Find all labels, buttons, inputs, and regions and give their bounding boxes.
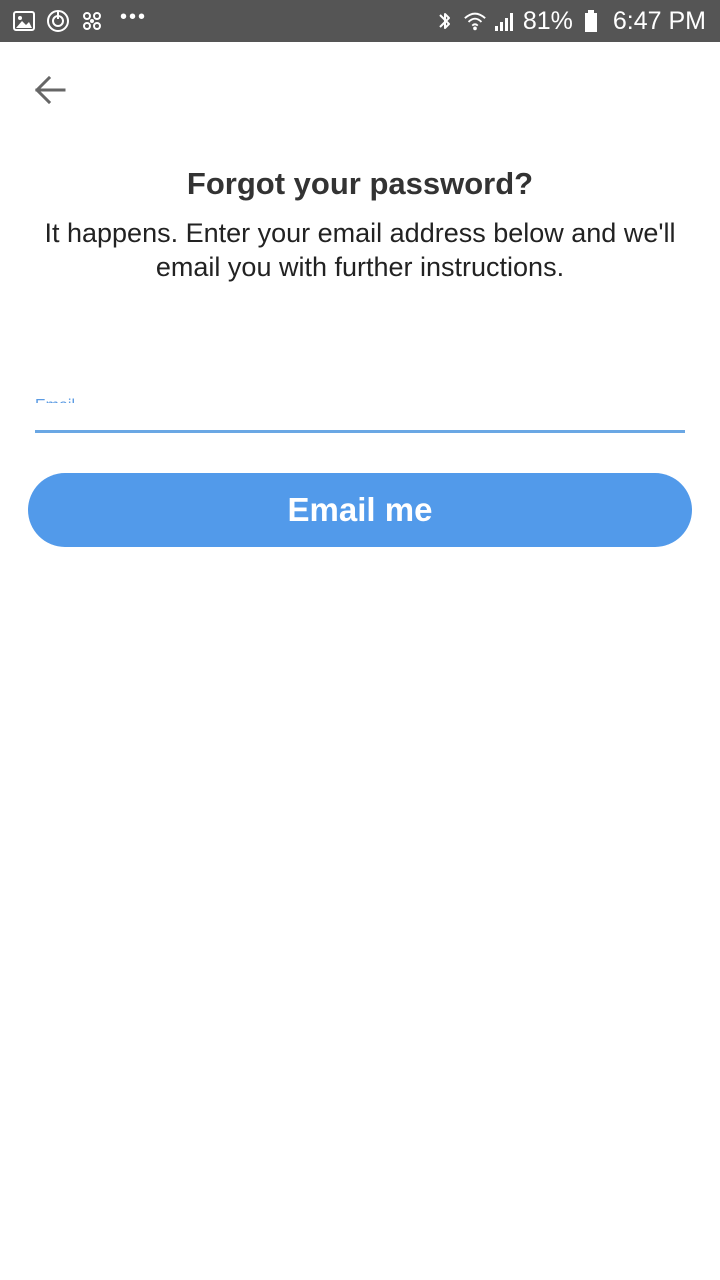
email-me-button[interactable]: Email me [28, 473, 692, 547]
forgot-password-screen: ••• 81% 6:47 PM Forgot your password? It… [0, 0, 720, 1280]
page-description: It happens. Enter your email address bel… [44, 218, 676, 282]
more-notifications-icon: ••• [120, 6, 148, 28]
gallery-icon [12, 9, 36, 33]
status-bar-notifications: ••• [12, 0, 147, 42]
email-field-label: Email [35, 396, 75, 403]
email-field-underline [35, 430, 685, 433]
battery-icon [579, 9, 603, 33]
back-button[interactable] [26, 70, 74, 114]
signal-icon [493, 9, 517, 33]
status-bar-system: 81% 6:47 PM [433, 0, 706, 42]
page-title: Forgot your password? [186, 166, 534, 201]
bluetooth-icon [433, 9, 457, 33]
wifi-icon [463, 9, 487, 33]
network-icon [80, 9, 104, 33]
sync-icon [46, 9, 70, 33]
status-bar: ••• 81% 6:47 PM [0, 0, 720, 42]
arrow-left-icon [34, 75, 66, 109]
clock: 6:47 PM [612, 6, 706, 35]
email-input[interactable] [35, 404, 685, 430]
battery-percent: 81% [522, 6, 573, 35]
email-field[interactable]: Email [35, 386, 685, 434]
